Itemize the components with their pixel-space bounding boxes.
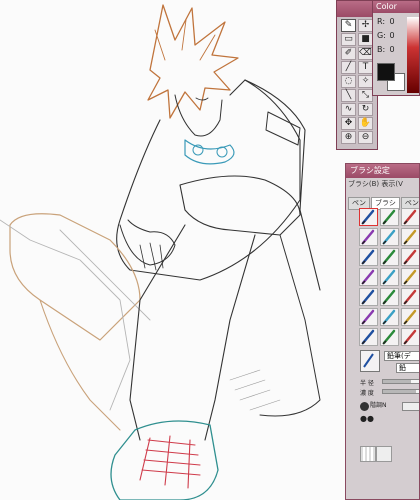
hand-icon[interactable]: ✋ [358, 117, 373, 130]
brush-preset-2-2[interactable] [401, 248, 419, 266]
brush-preset-1-2[interactable] [401, 228, 419, 246]
zoom-out-icon[interactable]: ⊖ [358, 131, 373, 144]
color-panel: Color R: 0 G: 0 B: 0 [372, 0, 420, 96]
brush-preset-3-0[interactable] [359, 268, 378, 286]
size-slider[interactable] [382, 379, 419, 384]
brush-name-field[interactable]: 鉛筆(デ [384, 351, 419, 361]
brush-preset-3-2[interactable] [401, 268, 419, 286]
brush-preset-1-0[interactable] [359, 228, 378, 246]
brush-preset-0-0[interactable] [359, 208, 378, 226]
brush-preset-6-1[interactable] [380, 328, 399, 346]
magic-wand-icon[interactable]: ✧ [358, 75, 373, 88]
pencil-icon[interactable]: ╲ [341, 89, 356, 102]
edge-shape-icon[interactable] [360, 402, 369, 411]
lasso-icon[interactable]: ◌ [341, 75, 356, 88]
edge-slider[interactable] [402, 402, 419, 411]
brush-settings-panel: ブラシ設定 ブラシ(B) 表示(V ペン ブラシ ペン 鉛筆(デ 鉛 半 径 濃 度… [345, 163, 420, 500]
fill-icon[interactable]: ■ [358, 33, 373, 46]
red-label: R: [377, 17, 386, 26]
brush-preset-0-2[interactable] [401, 208, 419, 226]
brush-preset-3-1[interactable] [380, 268, 399, 286]
brush-preset-6-2[interactable] [401, 328, 419, 346]
tool-palette-titlebar[interactable] [337, 1, 377, 17]
blue-label: B: [377, 45, 386, 54]
brush-preset-4-0[interactable] [359, 288, 378, 306]
curve-icon[interactable]: ∿ [341, 103, 356, 116]
brush-preset-1-1[interactable] [380, 228, 399, 246]
brush-tabs: ペン ブラシ ペン [346, 190, 419, 210]
pen-icon[interactable]: ✐ [341, 47, 356, 60]
edge-label: 階調N [370, 402, 387, 409]
brush-preset-6-0[interactable] [359, 328, 378, 346]
zoom-in-icon[interactable]: ⊕ [341, 131, 356, 144]
rotate-icon[interactable]: ↻ [358, 103, 373, 116]
size-label: 半 径 [360, 380, 374, 387]
red-value[interactable]: 0 [390, 17, 400, 26]
opacity-label: 濃 度 [360, 390, 374, 397]
color-picker-area[interactable] [407, 17, 419, 93]
red-readout: R: 0 [377, 17, 400, 26]
blue-value[interactable]: 0 [390, 45, 400, 54]
brush-panel-menu[interactable]: ブラシ(B) 表示(V [346, 178, 419, 190]
texture-swatch[interactable] [360, 446, 376, 462]
dot-shape-icon[interactable]: ●● [360, 415, 374, 423]
text-icon[interactable]: T [358, 61, 373, 74]
eyedropper-icon[interactable]: ✢ [358, 19, 373, 32]
brush-preset-2-0[interactable] [359, 248, 378, 266]
foreground-color-swatch[interactable] [377, 63, 395, 81]
brush-panel-title[interactable]: ブラシ設定 [346, 164, 419, 178]
brush-icon[interactable]: ✎ [341, 19, 356, 32]
texture-swatch-2[interactable] [376, 446, 392, 462]
transform-icon[interactable]: ⤡ [358, 89, 373, 102]
brush-preset-4-2[interactable] [401, 288, 419, 306]
opacity-slider[interactable] [382, 389, 419, 394]
color-panel-title[interactable]: Color [373, 1, 419, 13]
marquee-icon[interactable]: ▭ [341, 33, 356, 46]
green-value[interactable]: 0 [390, 31, 400, 40]
brush-preset-0-1[interactable] [380, 208, 399, 226]
line-icon[interactable]: ╱ [341, 61, 356, 74]
move-icon[interactable]: ✥ [341, 117, 356, 130]
brush-preset-2-1[interactable] [380, 248, 399, 266]
brush-preset-5-2[interactable] [401, 308, 419, 326]
brush-preset-5-1[interactable] [380, 308, 399, 326]
green-readout: G: 0 [377, 31, 400, 40]
green-label: G: [377, 31, 386, 40]
brush-preset-5-0[interactable] [359, 308, 378, 326]
brush-preset-4-1[interactable] [380, 288, 399, 306]
blue-readout: B: 0 [377, 45, 400, 54]
brush-preview-icon [360, 350, 380, 372]
eraser-icon[interactable]: ⌫ [358, 47, 373, 60]
brush-name-field-2[interactable]: 鉛 [396, 363, 419, 373]
